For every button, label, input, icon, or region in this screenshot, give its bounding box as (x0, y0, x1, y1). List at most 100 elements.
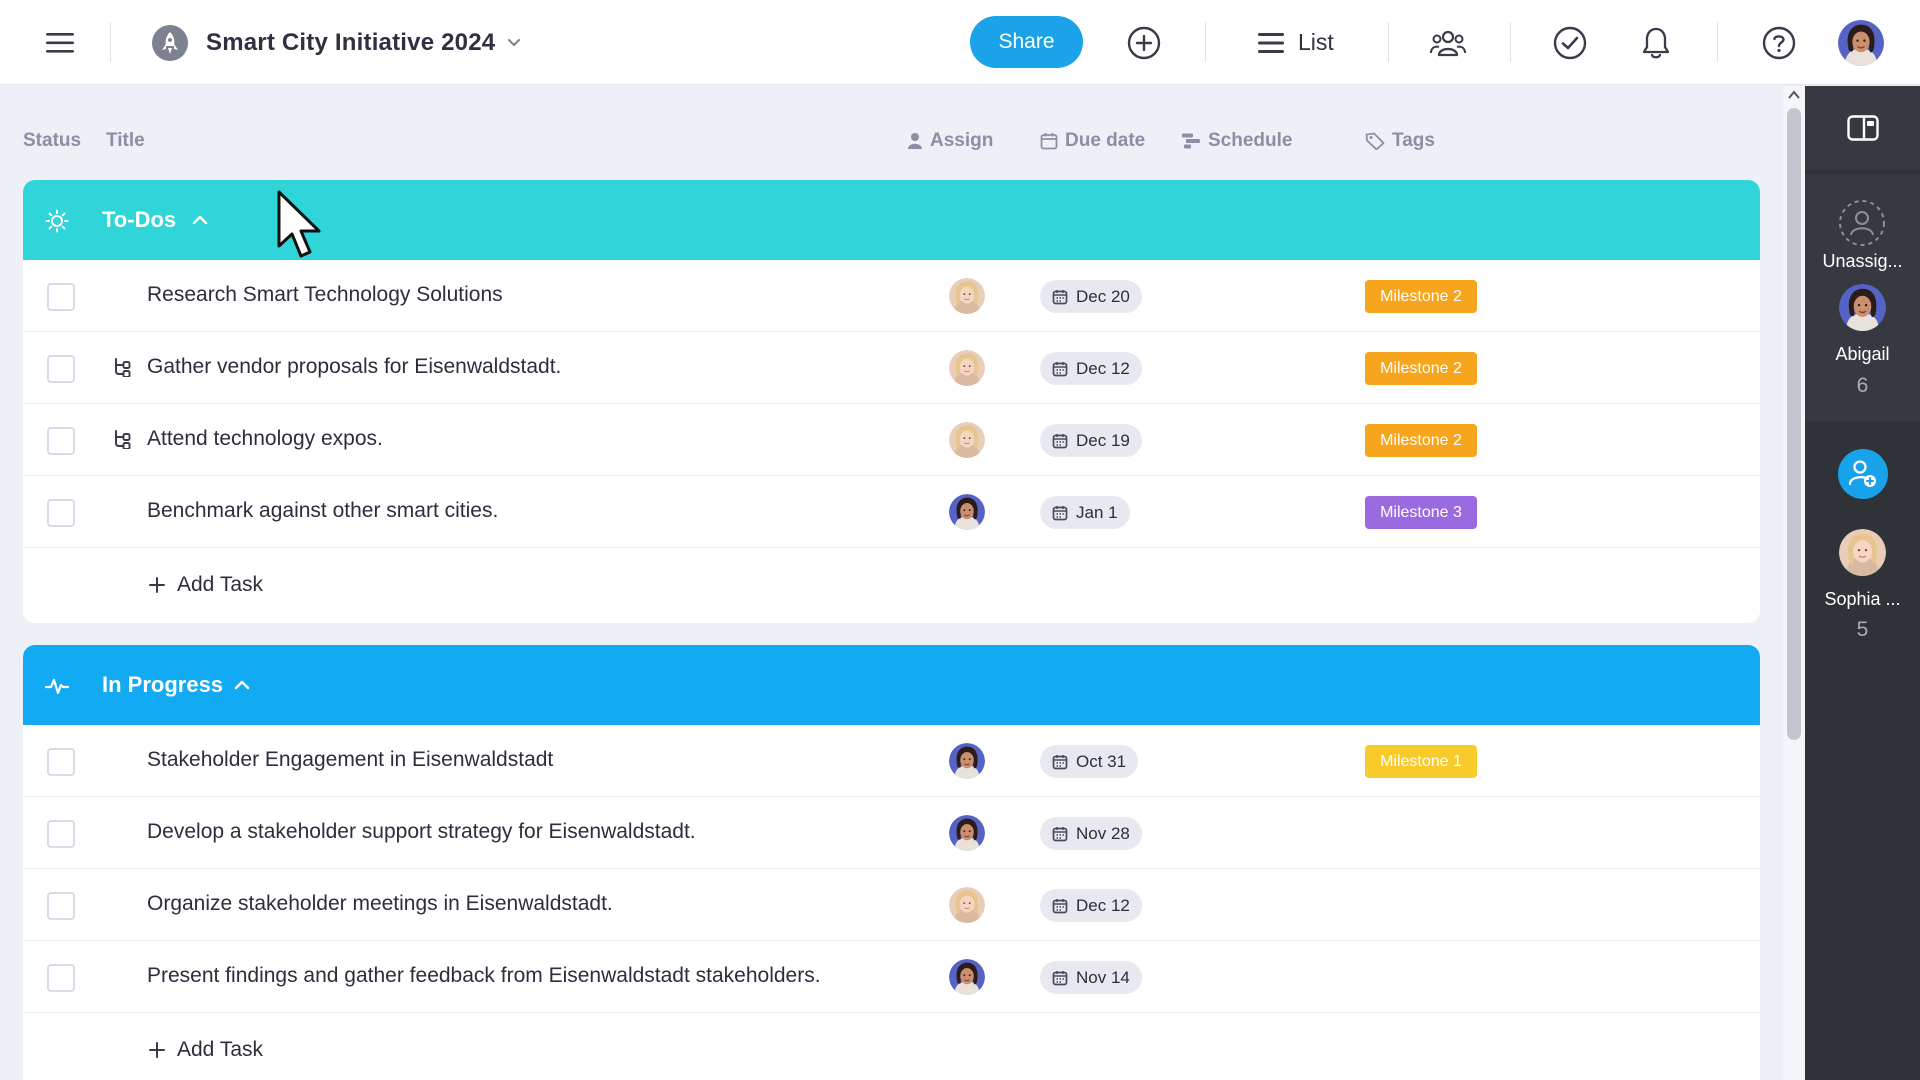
task-row[interactable]: Attend technology expos. Dec 19 Mileston… (23, 404, 1760, 476)
divider (1717, 22, 1718, 62)
due-date-pill[interactable]: Dec 12 (1040, 889, 1142, 922)
task-checkbox[interactable] (47, 355, 75, 383)
due-date-pill[interactable]: Jan 1 (1040, 496, 1130, 529)
task-checkbox[interactable] (47, 748, 75, 776)
share-button[interactable]: Share (970, 16, 1083, 68)
task-title[interactable]: Organize stakeholder meetings in Eisenwa… (147, 892, 613, 916)
calendar-icon (1052, 289, 1068, 304)
column-schedule[interactable]: Schedule (1181, 130, 1292, 152)
milestone-tag[interactable]: Milestone 2 (1365, 424, 1477, 457)
help-icon[interactable] (1762, 0, 1796, 85)
chevron-up-icon[interactable] (191, 211, 209, 229)
add-task-row: Add Task (23, 1013, 1760, 1080)
scroll-up-arrow-icon[interactable] (1788, 90, 1800, 100)
task-checkbox[interactable] (47, 820, 75, 848)
column-tags[interactable]: Tags (1365, 130, 1435, 152)
add-task-row: Add Task (23, 548, 1760, 623)
project-title: Smart City Initiative 2024 (206, 28, 496, 56)
task-checkbox[interactable] (47, 892, 75, 920)
menu-icon[interactable] (40, 0, 80, 85)
check-circle-icon[interactable] (1553, 0, 1587, 85)
task-title[interactable]: Present findings and gather feedback fro… (147, 964, 821, 988)
chevron-up-icon[interactable] (233, 676, 251, 694)
add-member-button[interactable] (1838, 449, 1888, 504)
task-row[interactable]: Benchmark against other smart cities. Ja… (23, 476, 1760, 548)
due-date-pill[interactable]: Oct 31 (1040, 745, 1139, 778)
add-task-button[interactable]: Add Task (149, 573, 263, 597)
task-title[interactable]: Research Smart Technology Solutions (147, 283, 503, 307)
milestone-tag[interactable]: Milestone 1 (1365, 745, 1477, 778)
column-title[interactable]: Title (106, 130, 145, 152)
task-title[interactable]: Develop a stakeholder support strategy f… (147, 820, 696, 844)
view-label: List (1298, 29, 1334, 55)
add-task-button[interactable]: Add Task (149, 1038, 263, 1062)
vertical-scrollbar[interactable] (1783, 86, 1805, 1080)
task-row[interactable]: Research Smart Technology Solutions Dec … (23, 260, 1760, 332)
sun-icon (45, 209, 69, 233)
assignee-avatar[interactable] (949, 278, 985, 314)
assignee-avatar[interactable] (949, 743, 985, 779)
schedule-icon (1182, 133, 1200, 149)
due-date-pill[interactable]: Dec 20 (1040, 280, 1142, 313)
due-date-label: Nov 14 (1076, 967, 1130, 987)
group-header[interactable]: In Progress (23, 645, 1760, 725)
task-title[interactable]: Stakeholder Engagement in Eisenwaldstadt (147, 748, 553, 772)
due-date-label: Dec 12 (1076, 895, 1130, 915)
milestone-tag[interactable]: Milestone 2 (1365, 280, 1477, 313)
sophia-avatar[interactable] (1839, 529, 1886, 576)
unassigned-user-icon (1839, 200, 1885, 246)
calendar-icon (1052, 505, 1068, 520)
person-icon (908, 133, 922, 149)
column-status[interactable]: Status (23, 130, 81, 152)
group-in-progress: In Progress Stakeholder Engagement in Ei… (23, 645, 1760, 1080)
due-date-pill[interactable]: Dec 12 (1040, 352, 1142, 385)
view-switcher[interactable]: List (1258, 0, 1334, 85)
column-tags-label: Tags (1392, 130, 1435, 151)
milestone-tag[interactable]: Milestone 3 (1365, 496, 1477, 529)
panel-toggle[interactable] (1805, 86, 1920, 170)
task-checkbox[interactable] (47, 499, 75, 527)
add-icon[interactable] (1127, 0, 1161, 85)
task-title[interactable]: Gather vendor proposals for Eisenwaldsta… (147, 355, 561, 379)
bell-icon[interactable] (1640, 0, 1672, 85)
due-date-pill[interactable]: Nov 14 (1040, 961, 1142, 994)
task-checkbox[interactable] (47, 283, 75, 311)
due-date-pill[interactable]: Dec 19 (1040, 424, 1142, 457)
task-checkbox[interactable] (47, 427, 75, 455)
task-title[interactable]: Attend technology expos. (147, 427, 383, 451)
divider (1388, 22, 1389, 62)
top-bar: Smart City Initiative 2024 Share List (0, 0, 1920, 85)
unassigned-filter[interactable] (1838, 199, 1886, 252)
task-row[interactable]: Gather vendor proposals for Eisenwaldsta… (23, 332, 1760, 404)
task-checkbox[interactable] (47, 964, 75, 992)
list-icon (1258, 32, 1284, 53)
assignee-avatar[interactable] (949, 815, 985, 851)
column-assign[interactable]: Assign (907, 130, 993, 152)
milestone-tag[interactable]: Milestone 2 (1365, 352, 1477, 385)
due-date-label: Dec 20 (1076, 286, 1130, 306)
scrollbar-thumb[interactable] (1787, 108, 1801, 740)
assignee-avatar[interactable] (949, 887, 985, 923)
task-row[interactable]: Present findings and gather feedback fro… (23, 941, 1760, 1013)
abigail-avatar[interactable] (1839, 284, 1886, 331)
task-row[interactable]: Develop a stakeholder support strategy f… (23, 797, 1760, 869)
due-date-pill[interactable]: Nov 28 (1040, 817, 1142, 850)
user-avatar[interactable] (1838, 0, 1884, 85)
subtask-icon (115, 430, 131, 449)
task-row[interactable]: Stakeholder Engagement in Eisenwaldstadt… (23, 725, 1760, 797)
project-title-dropdown[interactable]: Smart City Initiative 2024 (206, 0, 521, 85)
assignee-avatar[interactable] (949, 959, 985, 995)
people-panel: Unassig... Abigail 6 Sophia ... 5 (1805, 86, 1920, 1080)
divider (110, 22, 111, 62)
assignee-avatar[interactable] (949, 422, 985, 458)
calendar-icon (1052, 898, 1068, 913)
column-due-date[interactable]: Due date (1040, 130, 1145, 152)
task-title[interactable]: Benchmark against other smart cities. (147, 499, 498, 523)
unassigned-label: Unassig... (1822, 251, 1903, 271)
assignee-avatar[interactable] (949, 494, 985, 530)
person-task-count: 6 (1856, 374, 1869, 397)
team-icon[interactable] (1430, 0, 1466, 85)
due-date-label: Jan 1 (1076, 502, 1118, 522)
task-row[interactable]: Organize stakeholder meetings in Eisenwa… (23, 869, 1760, 941)
assignee-avatar[interactable] (949, 350, 985, 386)
